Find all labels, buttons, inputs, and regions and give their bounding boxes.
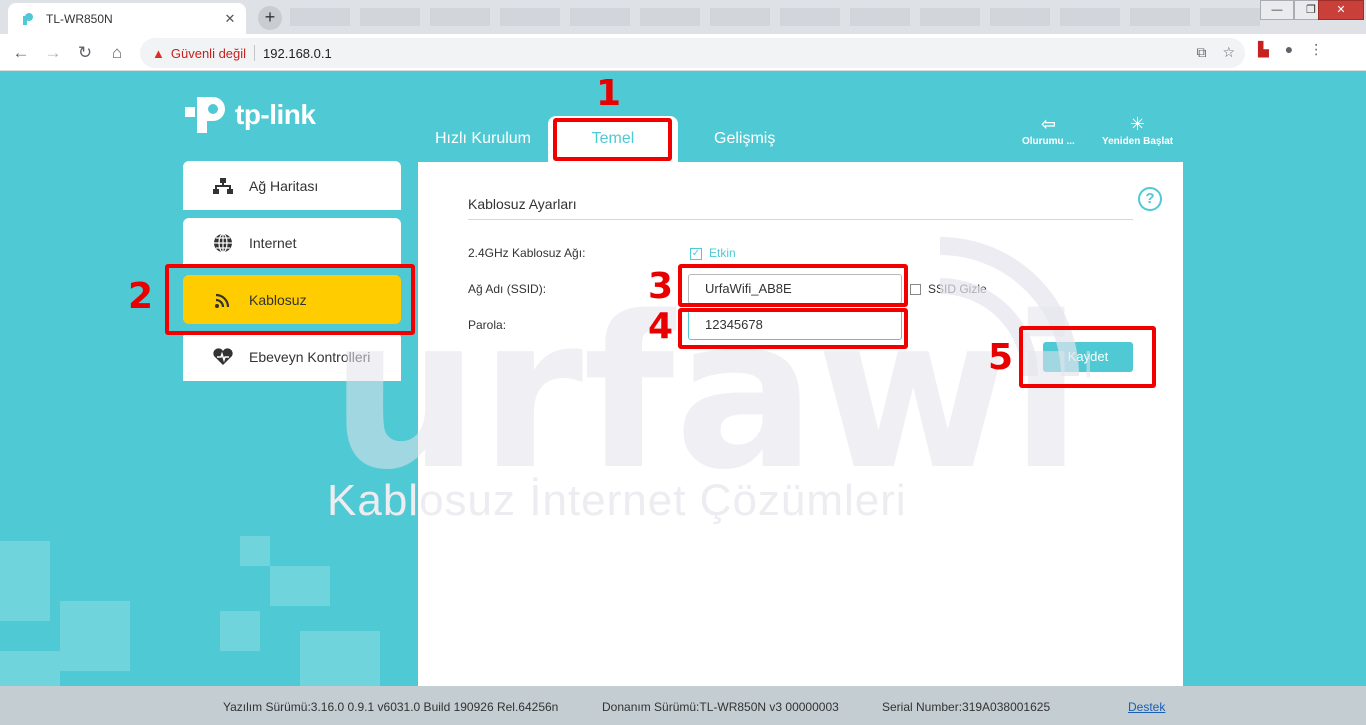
decorative-shape (0, 541, 50, 621)
ssid-label: Ağ Adı (SSID): (468, 282, 547, 296)
sidebar-item-label: Internet (249, 234, 297, 251)
new-tab-button[interactable]: + (258, 6, 282, 30)
home-icon[interactable]: ⌂ (104, 40, 130, 66)
annotation-number: 3 (648, 266, 674, 307)
annotation-box-ssid (678, 264, 908, 307)
enable-label[interactable]: Etkin (709, 246, 736, 260)
serial-number: Serial Number:319A038001625 (882, 700, 1051, 714)
tplink-logo: tp-link (183, 91, 316, 139)
logout-icon: ⇦ (1040, 114, 1056, 134)
enable-checkbox[interactable]: ✓ (690, 248, 702, 260)
annotation-number: 4 (648, 306, 674, 347)
security-status[interactable]: Güvenli değil (171, 46, 246, 61)
translate-icon[interactable]: ⧉ (1196, 44, 1206, 61)
tab-quick-setup[interactable]: Hızlı Kurulum (418, 116, 548, 162)
support-link[interactable]: Destek (1128, 700, 1165, 714)
wireless-settings-panel: Kablosuz Ayarları ? 2.4GHz Kablosuz Ağı:… (418, 162, 1183, 725)
background-app-toolbar (290, 8, 1260, 26)
tab-title: TL-WR850N (46, 11, 113, 26)
help-icon[interactable]: ? (1138, 187, 1162, 211)
forward-icon[interactable]: → (40, 40, 66, 66)
password-label: Parola: (468, 318, 507, 332)
pdf-extension-icon[interactable]: ▙ (1258, 41, 1269, 58)
annotation-number: 5 (988, 337, 1014, 378)
reboot-label: Yeniden Başlat (1102, 136, 1174, 147)
sidebar-item-internet[interactable]: Internet (183, 218, 401, 267)
hardware-version: Donanım Sürümü:TL-WR850N v3 00000003 (602, 700, 839, 714)
network-map-icon (211, 176, 235, 196)
logo-text: tp-link (235, 99, 316, 130)
menu-kebab-icon[interactable]: ⋮ (1309, 41, 1323, 58)
firmware-version: Yazılım Sürümü:3.16.0 0.9.1 v6031.0 Buil… (223, 700, 559, 714)
url-text[interactable]: 192.168.0.1 (263, 46, 332, 61)
tab-close-icon[interactable]: ✕ (218, 11, 242, 27)
url-omnibox[interactable]: ▲ Güvenli değil 192.168.0.1 ⧉ ☆ (140, 38, 1245, 68)
annotation-box-password (678, 308, 908, 349)
tplink-favicon-icon (20, 11, 36, 27)
checkbox-box[interactable] (910, 283, 921, 295)
annotation-number: 1 (596, 73, 622, 114)
sidebar-item-parental-controls[interactable]: Ebeveyn Kontrolleri (183, 332, 401, 381)
back-icon[interactable]: ← (8, 40, 34, 66)
profile-icon[interactable]: ● (1285, 41, 1293, 58)
tplink-mark-icon (185, 97, 225, 133)
decorative-shape (60, 601, 130, 671)
sidebar-item-label: Ebeveyn Kontrolleri (249, 348, 371, 365)
decorative-shape (240, 536, 270, 566)
annotation-box-save (1019, 326, 1156, 388)
annotation-box-wireless (165, 264, 415, 335)
hide-ssid-checkbox[interactable]: SSID Gizle (910, 282, 987, 296)
hide-ssid-label[interactable]: SSID Gizle (928, 282, 987, 296)
globe-icon (211, 232, 235, 253)
reboot-button[interactable]: ✳ Yeniden Başlat (1102, 112, 1173, 147)
minimize-icon[interactable]: — (1260, 0, 1294, 20)
section-title: Kablosuz Ayarları (468, 196, 1133, 220)
band-label: 2.4GHz Kablosuz Ağı: (468, 246, 586, 260)
omnibox-divider (254, 45, 256, 61)
annotation-box-tab (553, 118, 672, 161)
browser-tab-bar: TL-WR850N ✕ + — ❐ ✕ (0, 0, 1366, 34)
tab-advanced[interactable]: Gelişmiş (686, 116, 791, 162)
browser-address-bar: ← → ↻ ⌂ ▲ Güvenli değil 192.168.0.1 ⧉ ☆ … (0, 34, 1366, 71)
bookmark-star-icon[interactable]: ☆ (1222, 44, 1235, 61)
sidebar-item-label: Ağ Haritası (249, 177, 319, 194)
reboot-icon: ✳ (1130, 114, 1146, 134)
window-close-icon[interactable]: ✕ (1318, 0, 1364, 20)
reload-icon[interactable]: ↻ (72, 40, 98, 66)
decorative-shape (270, 566, 330, 606)
router-admin-page: tp-link Hızlı Kurulum Temel Gelişmiş ⇦ O… (0, 71, 1366, 725)
browser-tab[interactable]: TL-WR850N ✕ (8, 3, 246, 34)
logout-label: Olurumu ... (1022, 136, 1075, 147)
heart-icon (211, 347, 235, 367)
decorative-shape (220, 611, 260, 651)
sidebar-item-network-map[interactable]: Ağ Haritası (183, 161, 401, 210)
warning-icon[interactable]: ▲ (152, 46, 165, 61)
watermark-tagline: Kablosuz İnternet Çözümleri (327, 476, 907, 525)
annotation-number: 2 (128, 276, 154, 317)
logout-button[interactable]: ⇦ Olurumu ... (1022, 112, 1075, 147)
footer-bar: Yazılım Sürümü:3.16.0 0.9.1 v6031.0 Buil… (0, 686, 1366, 725)
